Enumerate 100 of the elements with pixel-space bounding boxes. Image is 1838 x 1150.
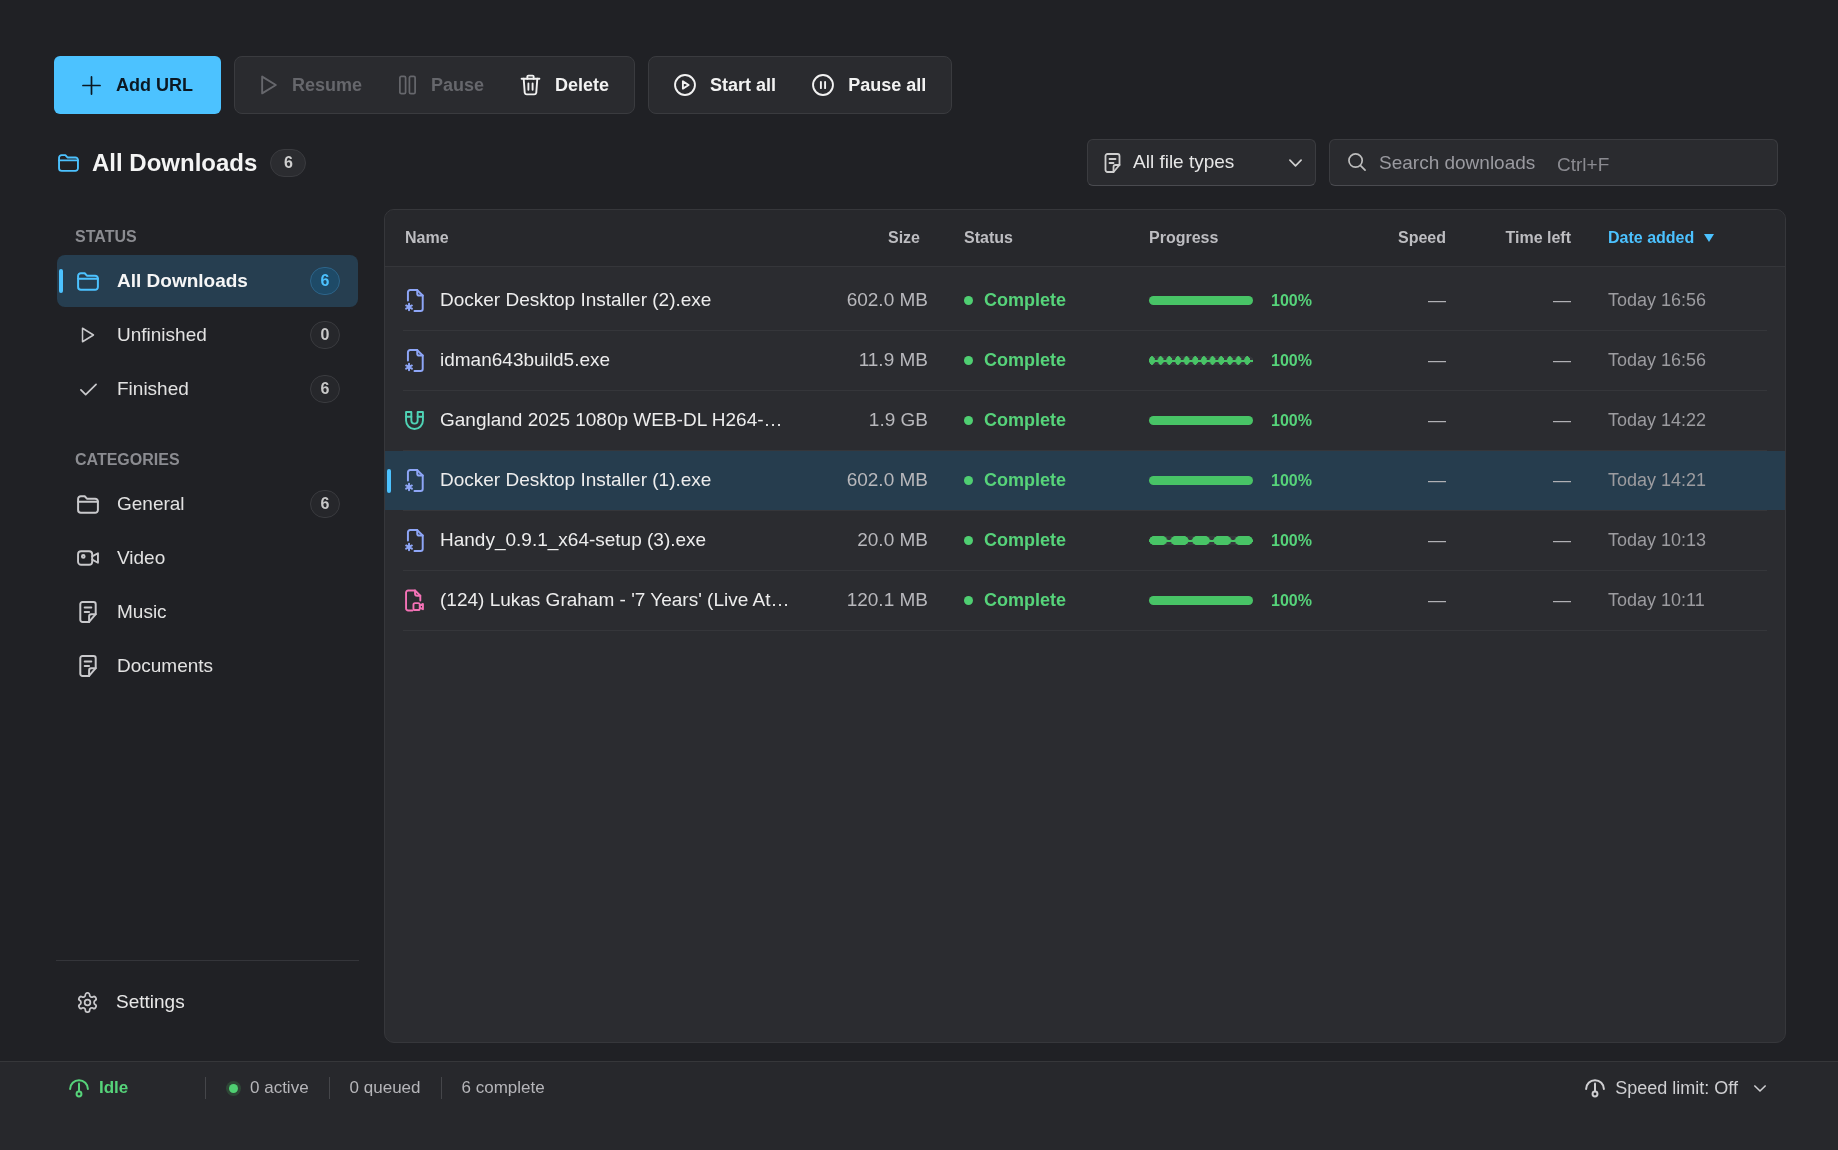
document-icon [1104,152,1121,173]
progress-percent: 100% [1271,470,1312,491]
progress-percent: 100% [1271,350,1312,371]
count-badge: 0 [310,321,340,349]
file-size: 1.9 GB [868,409,928,431]
file-type-dropdown[interactable]: All file types [1087,139,1316,186]
speed-value: — [1428,410,1446,430]
status-text: Idle [99,1077,129,1100]
download-row[interactable]: Handy_0.9.1_x64-setup (3).exe 20.0 MB Complete 100% — — Today 10:13 [385,511,1785,570]
sidebar-item[interactable]: Finished 6 [57,363,358,415]
delete-button[interactable]: Delete [507,57,623,113]
chevron-down-icon [1289,158,1302,167]
status-text: Complete [984,289,1066,312]
progress-percent: 100% [1271,590,1312,611]
video-camera-icon [77,550,99,566]
time-left-value: — [1553,530,1571,550]
time-left-value: — [1553,290,1571,310]
file-name: (124) Lukas Graham - '7 Years' (Live At… [440,588,790,613]
file-name: Handy_0.9.1_x64-setup (3).exe [440,528,707,553]
file-size: 120.1 MB [846,589,928,611]
date-added: Today 16:56 [1608,290,1707,310]
sidebar-item[interactable]: All Downloads 6 [57,255,358,307]
trash-icon [520,74,542,96]
download-row[interactable]: Docker Desktop Installer (2).exe 602.0 MB Complete 100% — — Today 16:56 [385,271,1785,330]
file-size: 20.0 MB [857,529,928,551]
column-header[interactable]: Name [405,226,449,250]
column-header[interactable]: Status [964,226,1013,250]
date-added: Today 14:22 [1608,410,1707,430]
download-row[interactable]: Gangland 2025 1080p WEB-DL H264-… 1.9 GB Complete 100% — — Today 14:22 [385,391,1785,450]
status-text: Complete [984,409,1066,432]
folder-icon [77,271,99,291]
queued-count: 0 queued [349,1077,421,1100]
sidebar-item[interactable]: Video [57,532,358,584]
document-icon [79,655,97,677]
date-added: Today 14:21 [1608,470,1707,490]
file-name: Gangland 2025 1080p WEB-DL H264-… [440,408,783,433]
sidebar-item[interactable]: Documents [57,640,358,692]
date-added: Today 16:56 [1608,350,1707,370]
progress-percent: 100% [1271,530,1312,551]
column-header[interactable]: Speed [1398,226,1446,250]
play-icon [260,75,278,95]
active-count: 0 active [250,1077,309,1100]
add-url-button[interactable]: Add URL [54,56,221,114]
start-all-button[interactable]: Start all [661,57,790,113]
speed-limit-dropdown[interactable]: Speed limit: Off [1585,1074,1766,1102]
file-name: Docker Desktop Installer (1).exe [440,468,712,493]
file-name: Docker Desktop Installer (2).exe [440,288,712,313]
file-icon [405,469,424,492]
play-circle-icon [674,74,697,96]
progress-percent: 100% [1271,410,1312,431]
file-size: 602.0 MB [846,469,928,491]
search-icon [1348,153,1366,171]
pause-circle-icon [812,74,835,96]
selection-marker-icon [387,469,391,493]
file-icon [405,529,424,552]
time-left-value: — [1553,470,1571,490]
chevron-down-icon [1754,1084,1766,1092]
gauge-icon [69,1078,89,1098]
magnet-icon [405,409,424,432]
column-header[interactable]: Size [888,226,920,250]
check-icon [79,382,97,396]
status-text: Complete [984,469,1066,492]
settings-button[interactable]: Settings [57,978,358,1026]
date-added: Today 10:11 [1608,590,1705,610]
file-video-icon [405,589,424,612]
download-row[interactable]: (124) Lukas Graham - '7 Years' (Live At… 120.1 MB Complete 100% — — Today 10:11 [385,571,1785,630]
time-left-value: — [1553,350,1571,370]
complete-count: 6 complete [461,1077,545,1100]
file-icon [405,349,424,372]
time-left-value: — [1553,590,1571,610]
sort-descending-icon [1704,234,1715,242]
file-name: idman643build5.exe [440,348,611,373]
count-badge: 6 [270,148,307,177]
speed-value: — [1428,590,1446,610]
document-icon [79,601,97,623]
progress-percent: 100% [1271,290,1312,311]
sidebar-item[interactable]: Unfinished 0 [57,309,358,361]
settings-icon [77,991,98,1013]
column-header[interactable]: Date added [1608,226,1715,250]
pause-all-button[interactable]: Pause all [799,57,940,113]
column-header[interactable]: Time left [1505,226,1571,250]
file-size: 11.9 MB [858,349,928,371]
sidebar-item[interactable]: Music [57,586,358,638]
status-text: Complete [984,529,1066,552]
time-left-value: — [1553,410,1571,430]
status-text: Complete [984,349,1066,372]
folder-icon [77,494,99,514]
download-row[interactable]: idman643build5.exe 11.9 MB Complete 100% — — Today 16:56 [385,331,1785,390]
play-icon [81,327,95,343]
pause-icon [398,75,417,95]
gauge-icon [1585,1078,1606,1098]
count-badge: 6 [310,267,340,295]
speed-value: — [1428,470,1446,490]
selection-marker-icon [59,269,63,293]
section-label: CATEGORIES [74,451,181,469]
download-row[interactable]: Docker Desktop Installer (1).exe 602.0 MB Complete 100% — — Today 14:21 [385,451,1785,510]
column-header[interactable]: Progress [1149,226,1219,250]
shortcut-hint: Ctrl+F [1557,153,1610,177]
sidebar-item[interactable]: General 6 [57,478,358,530]
date-added: Today 10:13 [1608,530,1707,550]
